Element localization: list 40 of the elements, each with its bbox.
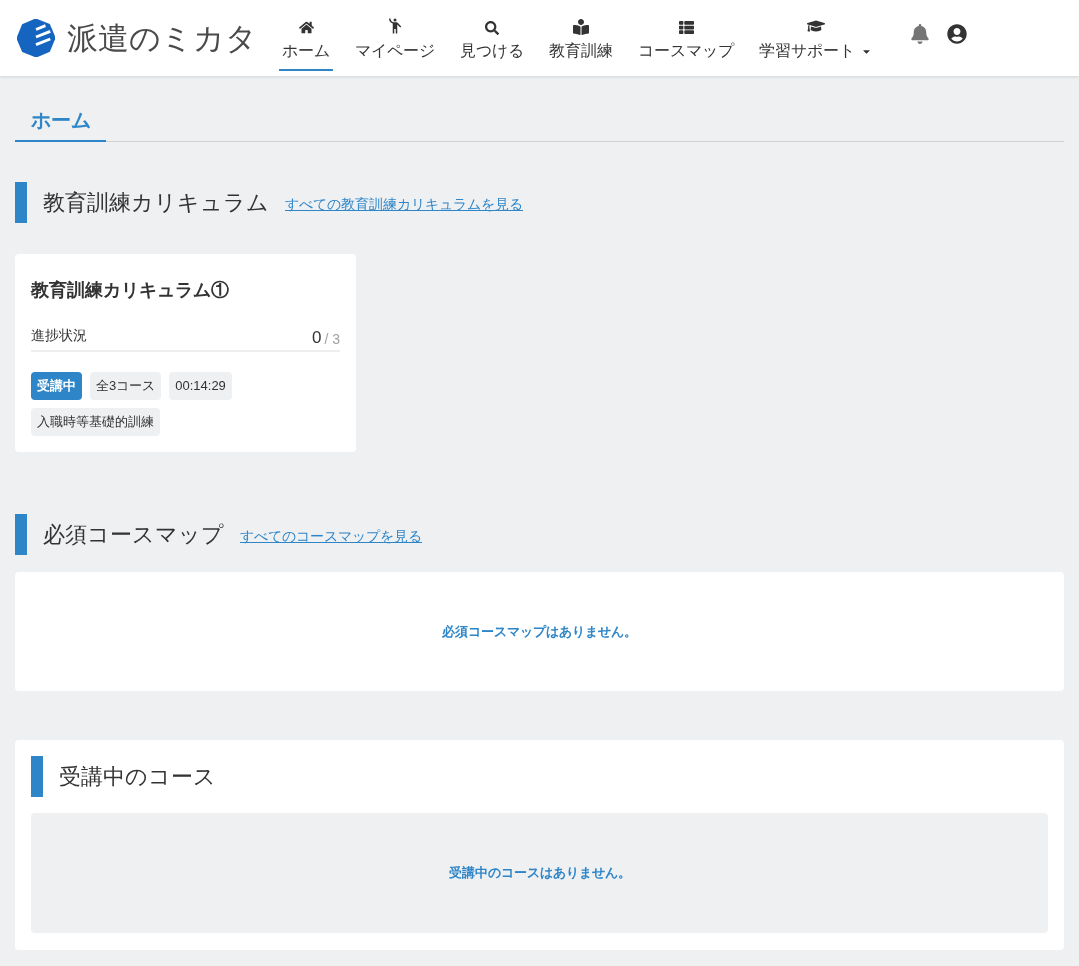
heading-accent-bar: [15, 514, 27, 555]
view-all-link[interactable]: すべての教育訓練カリキュラムを見る: [285, 196, 523, 211]
logo-text: 派遣のミカタ: [67, 22, 257, 54]
nav-tab[interactable]: ホーム: [279, 11, 333, 71]
nav-label: 教育訓練: [549, 43, 613, 59]
nav-label: 学習サポート: [759, 43, 855, 59]
nav-tab[interactable]: マイページ: [352, 11, 438, 71]
home-icon: [298, 20, 314, 35]
person-icon: [386, 17, 404, 35]
progress-total: / 3: [324, 332, 340, 346]
search-icon: [485, 21, 499, 35]
heading-accent-bar: [31, 756, 43, 797]
empty-message: 受講中のコースはありません。: [448, 864, 631, 883]
nav-label: コースマップ: [638, 43, 734, 59]
section-title: 受講中のコース: [59, 765, 216, 788]
curriculum-card[interactable]: 教育訓練カリキュラム① 進捗状況 0 / 3 受講中 全3コース 00:14:29 入職時等基礎的訓練: [15, 254, 356, 452]
view-all-link[interactable]: すべてのコースマップを見る: [240, 528, 422, 543]
section-title: 教育訓練カリキュラム: [43, 191, 269, 214]
course-tag: 入職時等基礎的訓練: [31, 408, 160, 436]
course-tag: 全3コース: [90, 372, 162, 400]
book-reader-icon: [573, 19, 589, 35]
empty-message: 必須コースマップはありません。: [442, 622, 637, 641]
nav-tab[interactable]: コースマップ: [635, 11, 737, 71]
nav-label: 見つける: [460, 43, 524, 59]
card-title: 教育訓練カリキュラム①: [31, 279, 230, 302]
progress-count: 0: [311, 329, 322, 346]
course-tag: 00:14:29: [169, 372, 232, 400]
progress-label: 進捗状況: [31, 326, 87, 345]
nav-tab[interactable]: 教育訓練: [546, 11, 616, 71]
bell-icon[interactable]: [911, 24, 929, 44]
nav-tab[interactable]: 学習サポート: [756, 11, 875, 71]
course-tag: 受講中: [31, 372, 82, 400]
nav-label: マイページ: [355, 43, 435, 59]
nav-label: ホーム: [282, 43, 330, 59]
user-icon[interactable]: [947, 24, 967, 44]
list-icon: [678, 20, 694, 35]
heading-accent-bar: [15, 182, 27, 223]
nav-tab[interactable]: 見つける: [457, 11, 527, 71]
logo-icon: [17, 19, 55, 57]
section-title: 必須コースマップ: [43, 523, 224, 546]
